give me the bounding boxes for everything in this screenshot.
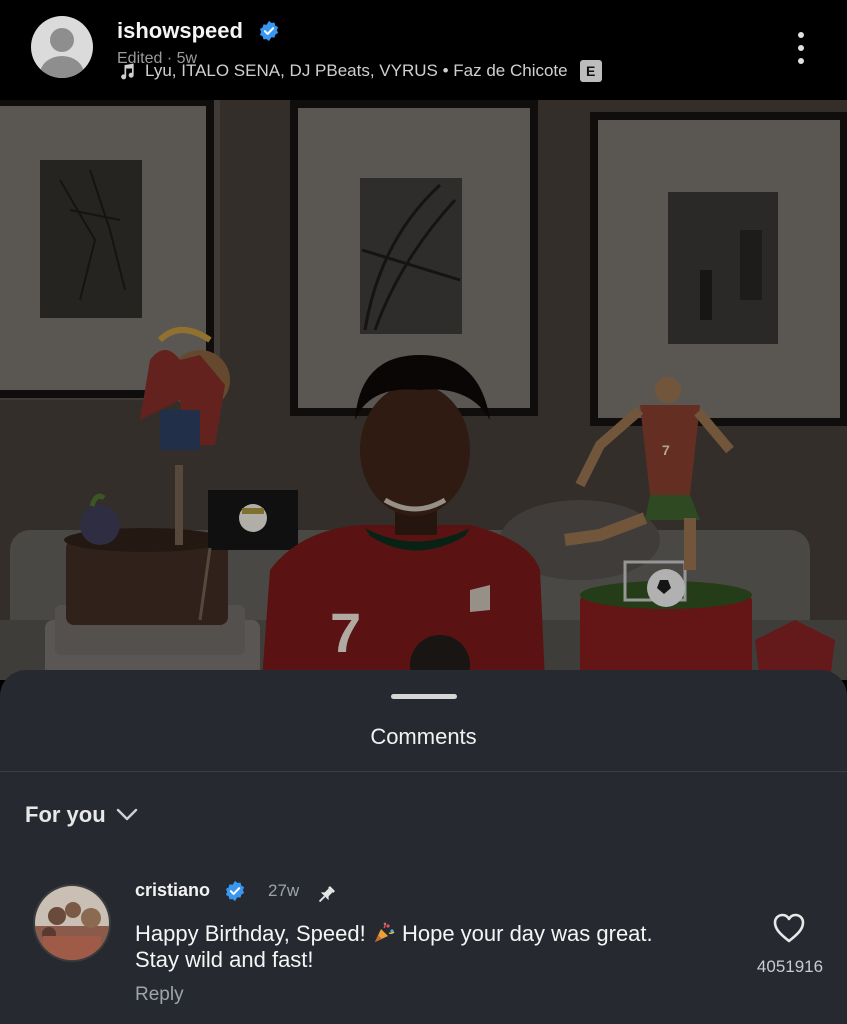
profile-avatar[interactable]	[31, 16, 93, 78]
pin-icon	[318, 886, 335, 903]
comment-text: Happy Birthday, Speed! Hope your day was…	[135, 921, 735, 973]
comment-text-part-2: Hope your day was great.	[395, 921, 653, 946]
post-photo[interactable]: 7 7	[0, 100, 847, 680]
comment-avatar[interactable]	[33, 884, 111, 962]
photo-scene: 7 7	[0, 100, 847, 680]
heart-icon[interactable]	[772, 912, 806, 944]
comment-text-part-1: Happy Birthday, Speed!	[135, 921, 372, 946]
comments-sheet: Comments For you cristiano 27w Happy Bir…	[0, 670, 847, 1024]
like-count: 4051916	[756, 957, 824, 976]
music-note-icon	[121, 63, 134, 80]
reply-button[interactable]: Reply	[135, 984, 184, 1006]
party-popper-icon	[374, 922, 395, 942]
sheet-drag-handle[interactable]	[391, 694, 457, 699]
comment-timestamp: 27w	[268, 881, 300, 900]
comment-username[interactable]: cristiano	[135, 880, 210, 901]
person-icon-body	[40, 56, 84, 78]
post-username[interactable]: ishowspeed	[117, 18, 243, 44]
filter-label: For you	[25, 802, 106, 827]
more-vertical-icon[interactable]	[790, 30, 812, 66]
post-header: ishowspeed Edited · 5w Lyu, ITALO SENA, …	[0, 0, 847, 100]
sheet-divider	[0, 771, 847, 772]
explicit-badge: E	[579, 60, 602, 82]
sheet-title: Comments	[370, 724, 477, 749]
chevron-down-icon	[116, 808, 137, 821]
comment-text-line-2: Stay wild and fast!	[135, 947, 314, 972]
verified-badge-icon	[225, 880, 245, 902]
verified-badge-icon	[259, 20, 279, 42]
comment-filter-dropdown[interactable]: For you	[25, 802, 138, 828]
music-attribution[interactable]: Lyu, ITALO SENA, DJ PBeats, VYRUS • Faz …	[117, 60, 602, 82]
person-icon-head	[50, 28, 74, 52]
avatar-photo	[35, 886, 109, 960]
music-track-text: Lyu, ITALO SENA, DJ PBeats, VYRUS • Faz …	[145, 61, 568, 80]
